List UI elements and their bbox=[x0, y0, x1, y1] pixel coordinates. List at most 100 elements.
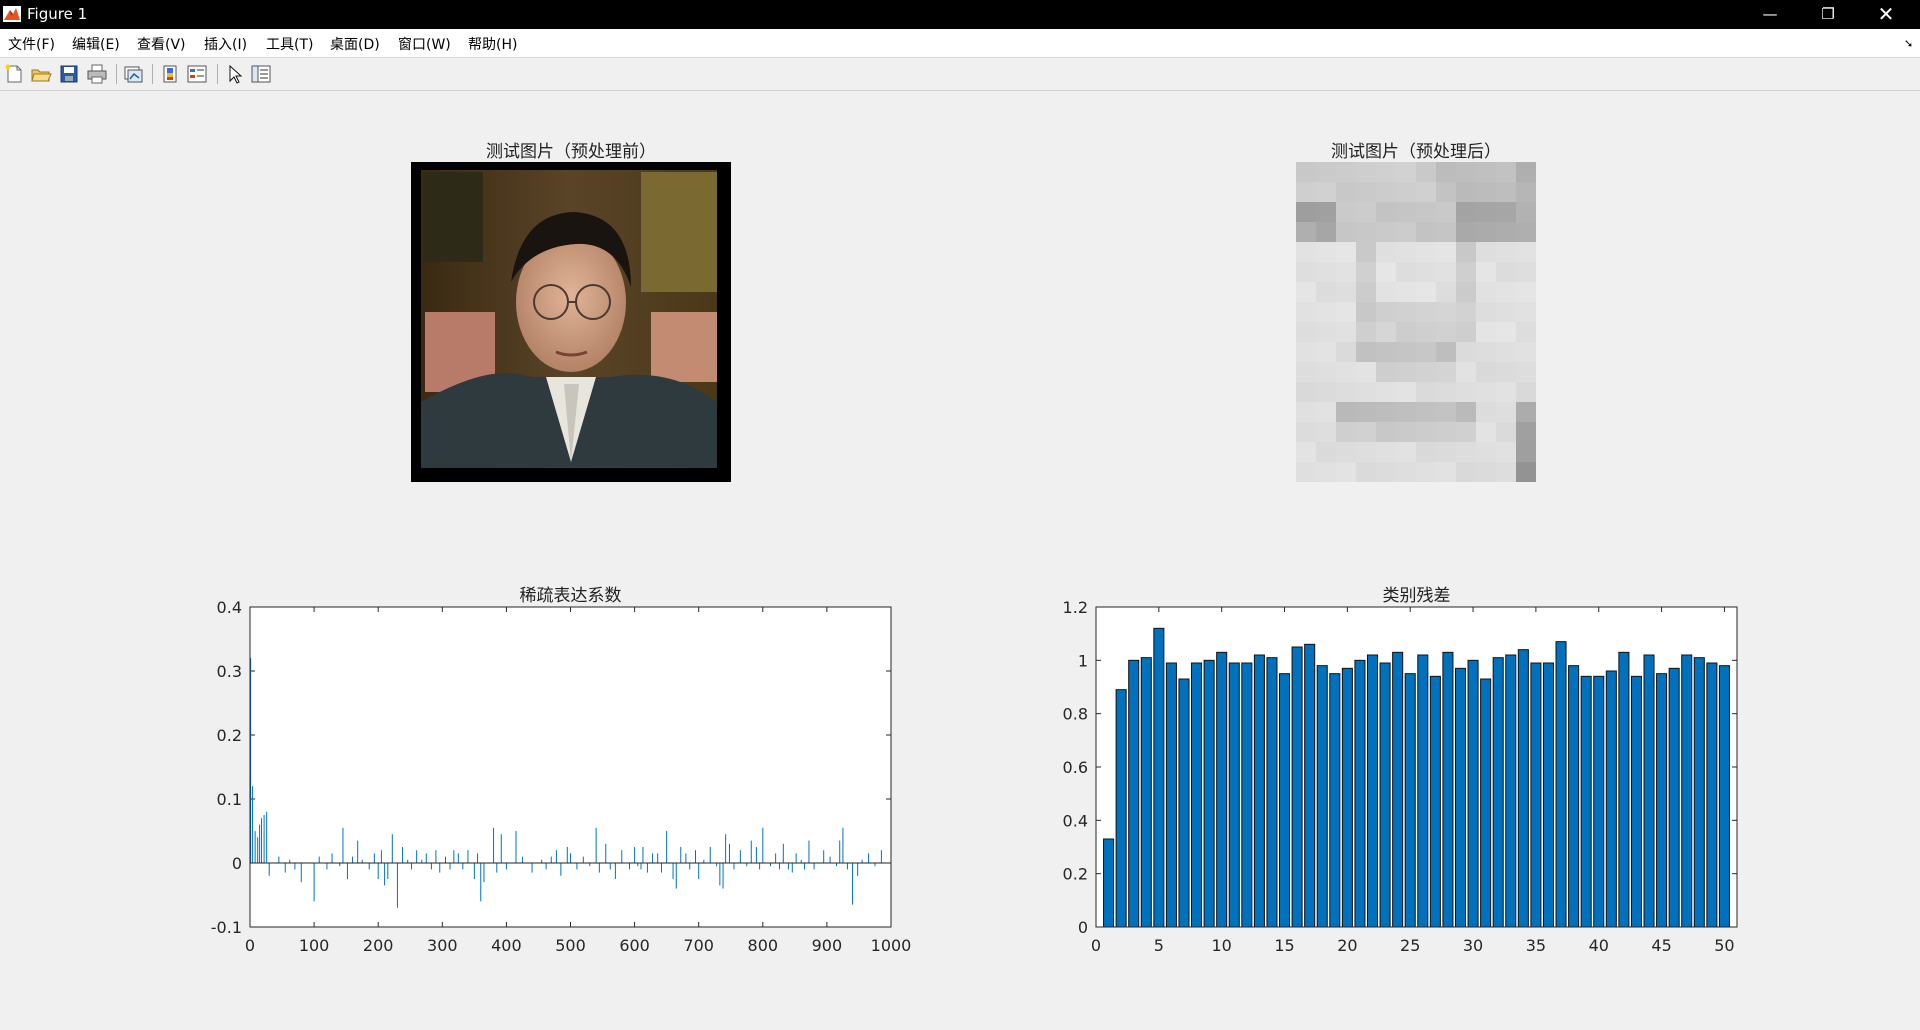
residual-bar bbox=[1316, 665, 1328, 928]
y-tick-label: 0.4 bbox=[1063, 811, 1088, 830]
pixel-cell bbox=[1476, 302, 1497, 323]
pixel-cell bbox=[1376, 242, 1397, 263]
pixel-cell bbox=[1376, 342, 1397, 363]
x-tick-label: 5 bbox=[1154, 936, 1164, 955]
toolbar-separator bbox=[152, 64, 153, 84]
pixel-cell bbox=[1476, 382, 1497, 403]
pixel-cell bbox=[1416, 342, 1437, 363]
x-tick-label: 1000 bbox=[871, 936, 912, 955]
pixel-cell bbox=[1356, 222, 1377, 243]
pixel-cell bbox=[1396, 362, 1417, 383]
residual-bar bbox=[1505, 654, 1517, 928]
pixel-cell bbox=[1476, 442, 1497, 463]
pixel-cell bbox=[1316, 342, 1337, 363]
residual-bar bbox=[1568, 665, 1580, 928]
menu-insert[interactable]: 插入(I) bbox=[204, 34, 247, 54]
pixel-cell bbox=[1376, 402, 1397, 423]
menu-help[interactable]: 帮助(H) bbox=[468, 34, 517, 54]
pixel-cell bbox=[1356, 262, 1377, 283]
residual-bar bbox=[1140, 657, 1152, 928]
close-button[interactable]: ✕ bbox=[1857, 0, 1915, 29]
pixel-cell bbox=[1316, 402, 1337, 423]
pixel-cell bbox=[1396, 342, 1417, 363]
pixel-cell bbox=[1456, 442, 1477, 463]
x-tick-label: 300 bbox=[427, 936, 458, 955]
pixel-cell bbox=[1416, 222, 1437, 243]
residual-bar bbox=[1228, 662, 1240, 928]
residual-bar bbox=[1178, 678, 1190, 928]
residual-bar bbox=[1103, 838, 1115, 928]
menu-tools[interactable]: 工具(T) bbox=[266, 34, 313, 54]
residual-bar bbox=[1165, 662, 1177, 928]
pixel-cell bbox=[1336, 242, 1357, 263]
pixel-cell bbox=[1396, 202, 1417, 223]
link-plot-icon[interactable] bbox=[122, 63, 144, 85]
pixel-cell bbox=[1296, 362, 1317, 383]
matlab-logo-icon bbox=[3, 6, 21, 22]
residual-bar bbox=[1542, 662, 1554, 928]
residual-bar bbox=[1605, 670, 1617, 928]
pixel-cell bbox=[1496, 262, 1517, 283]
pixel-cell bbox=[1516, 282, 1537, 303]
menu-window[interactable]: 窗口(W) bbox=[398, 34, 451, 54]
pixel-cell bbox=[1456, 202, 1477, 223]
property-inspector-icon[interactable] bbox=[250, 63, 272, 85]
x-tick-label: 100 bbox=[299, 936, 330, 955]
residual-bar bbox=[1442, 651, 1454, 928]
pixel-cell bbox=[1496, 202, 1517, 223]
pixel-cell bbox=[1336, 302, 1357, 323]
pixel-cell bbox=[1496, 242, 1517, 263]
y-tick-label: 0 bbox=[1078, 918, 1088, 937]
x-tick-label: 30 bbox=[1463, 936, 1483, 955]
residual-bar bbox=[1253, 654, 1265, 928]
x-tick-label: 40 bbox=[1589, 936, 1609, 955]
residual-bar bbox=[1656, 673, 1668, 928]
colorbar-icon[interactable] bbox=[159, 63, 181, 85]
pixel-cell bbox=[1416, 262, 1437, 283]
open-file-icon[interactable] bbox=[30, 63, 52, 85]
pixel-cell bbox=[1396, 462, 1417, 483]
edit-plot-icon[interactable] bbox=[224, 63, 246, 85]
pixel-cell bbox=[1396, 222, 1417, 243]
residual-bar bbox=[1379, 662, 1391, 928]
pixel-cell bbox=[1316, 162, 1337, 183]
pixel-cell bbox=[1396, 182, 1417, 203]
pixel-cell bbox=[1376, 302, 1397, 323]
pixel-cell bbox=[1316, 442, 1337, 463]
pixel-cell bbox=[1396, 242, 1417, 263]
pixel-cell bbox=[1336, 442, 1357, 463]
pixel-cell bbox=[1316, 382, 1337, 403]
pixel-cell bbox=[1416, 422, 1437, 443]
x-tick-label: 25 bbox=[1400, 936, 1420, 955]
y-tick-label: 0 bbox=[232, 854, 242, 873]
x-tick-label: 20 bbox=[1337, 936, 1357, 955]
menu-file[interactable]: 文件(F) bbox=[8, 34, 55, 54]
residual-bar bbox=[1718, 665, 1730, 928]
print-icon[interactable] bbox=[86, 63, 108, 85]
menu-edit[interactable]: 编辑(E) bbox=[72, 34, 120, 54]
pixel-cell bbox=[1416, 282, 1437, 303]
residual-bar bbox=[1429, 675, 1441, 928]
pixel-cell bbox=[1416, 182, 1437, 203]
x-tick-label: 0 bbox=[1091, 936, 1101, 955]
pixel-cell bbox=[1436, 362, 1457, 383]
restore-button[interactable]: ❐ bbox=[1799, 0, 1857, 29]
legend-icon[interactable] bbox=[186, 63, 208, 85]
dock-arrow-icon[interactable]: ➘ bbox=[1904, 37, 1913, 50]
new-figure-icon[interactable] bbox=[3, 63, 25, 85]
residual-bar bbox=[1517, 649, 1529, 928]
pixel-cell bbox=[1436, 342, 1457, 363]
pixel-cell bbox=[1456, 182, 1477, 203]
save-icon[interactable] bbox=[58, 63, 80, 85]
minimize-button[interactable]: — bbox=[1741, 0, 1799, 29]
pixel-cell bbox=[1416, 302, 1437, 323]
pixel-cell bbox=[1516, 202, 1537, 223]
pixel-cell bbox=[1456, 402, 1477, 423]
pixel-cell bbox=[1396, 162, 1417, 183]
menu-desktop[interactable]: 桌面(D) bbox=[330, 34, 380, 54]
pixel-cell bbox=[1296, 182, 1317, 203]
menu-bar: 文件(F) 编辑(E) 查看(V) 插入(I) 工具(T) 桌面(D) 窗口(W… bbox=[0, 29, 1920, 58]
pixel-cell bbox=[1476, 322, 1497, 343]
menu-view[interactable]: 查看(V) bbox=[137, 34, 186, 54]
residual-bar bbox=[1643, 654, 1655, 928]
